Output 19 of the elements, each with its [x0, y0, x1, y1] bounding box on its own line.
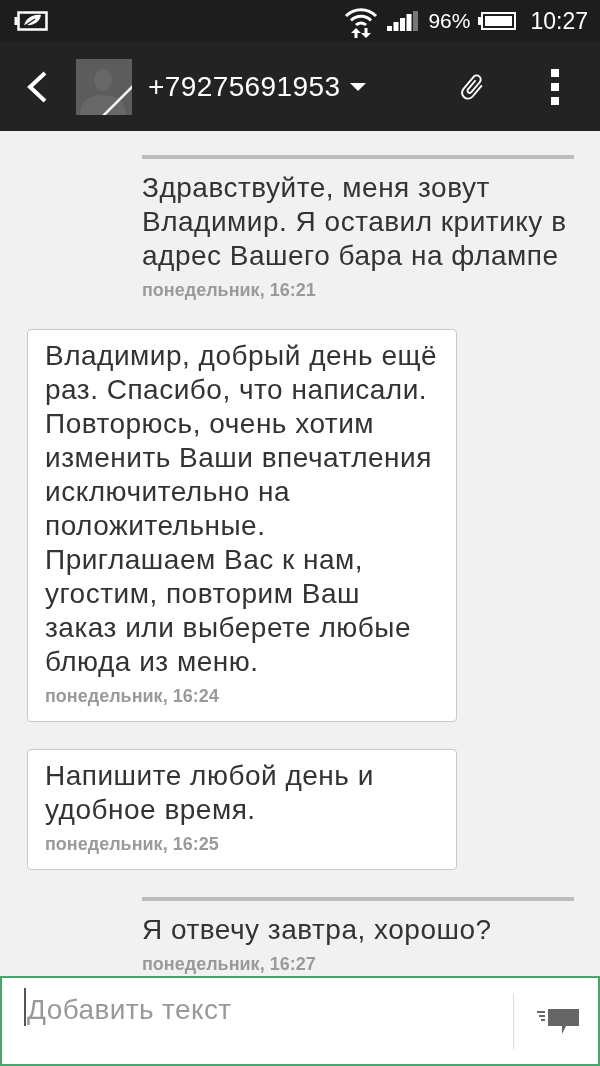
message-timestamp: понедельник, 16:25	[45, 833, 219, 855]
contact-selector[interactable]: +79275691953	[148, 61, 367, 112]
battery-icon	[478, 12, 517, 30]
clock: 10:27	[530, 7, 588, 35]
message-timestamp: понедельник, 16:27	[142, 953, 316, 975]
message-text: Напишите любой день и удобное время.	[45, 759, 375, 827]
message-text: Владимир, добрый день ещё раз. Спасибо, что написали. Повторюсь, очень хотим изменить Ваши впечатления исключительно на положительные. Приглашаем Вас к нам, угостим, повторим Ваш заказ или выберете любые блюда из меню.	[45, 339, 439, 679]
caret-icon	[350, 82, 367, 91]
message-text: Я отвечу завтра, хорошо?	[142, 913, 492, 947]
avatar-icon	[76, 58, 132, 115]
message-text: Здравствуйте, меня зовут Владимир. Я оставил критику в адрес Вашего бара на флампе	[142, 171, 568, 273]
wifi-icon	[344, 6, 379, 38]
message-timestamp: понедельник, 16:21	[142, 279, 316, 301]
back-icon	[26, 70, 48, 103]
battery-percent: 96%	[428, 9, 471, 33]
power-saver-battery-icon	[14, 11, 48, 31]
message-timestamp: понедельник, 16:24	[45, 685, 219, 707]
signal-icon	[387, 11, 420, 31]
more-menu-icon	[551, 68, 559, 105]
